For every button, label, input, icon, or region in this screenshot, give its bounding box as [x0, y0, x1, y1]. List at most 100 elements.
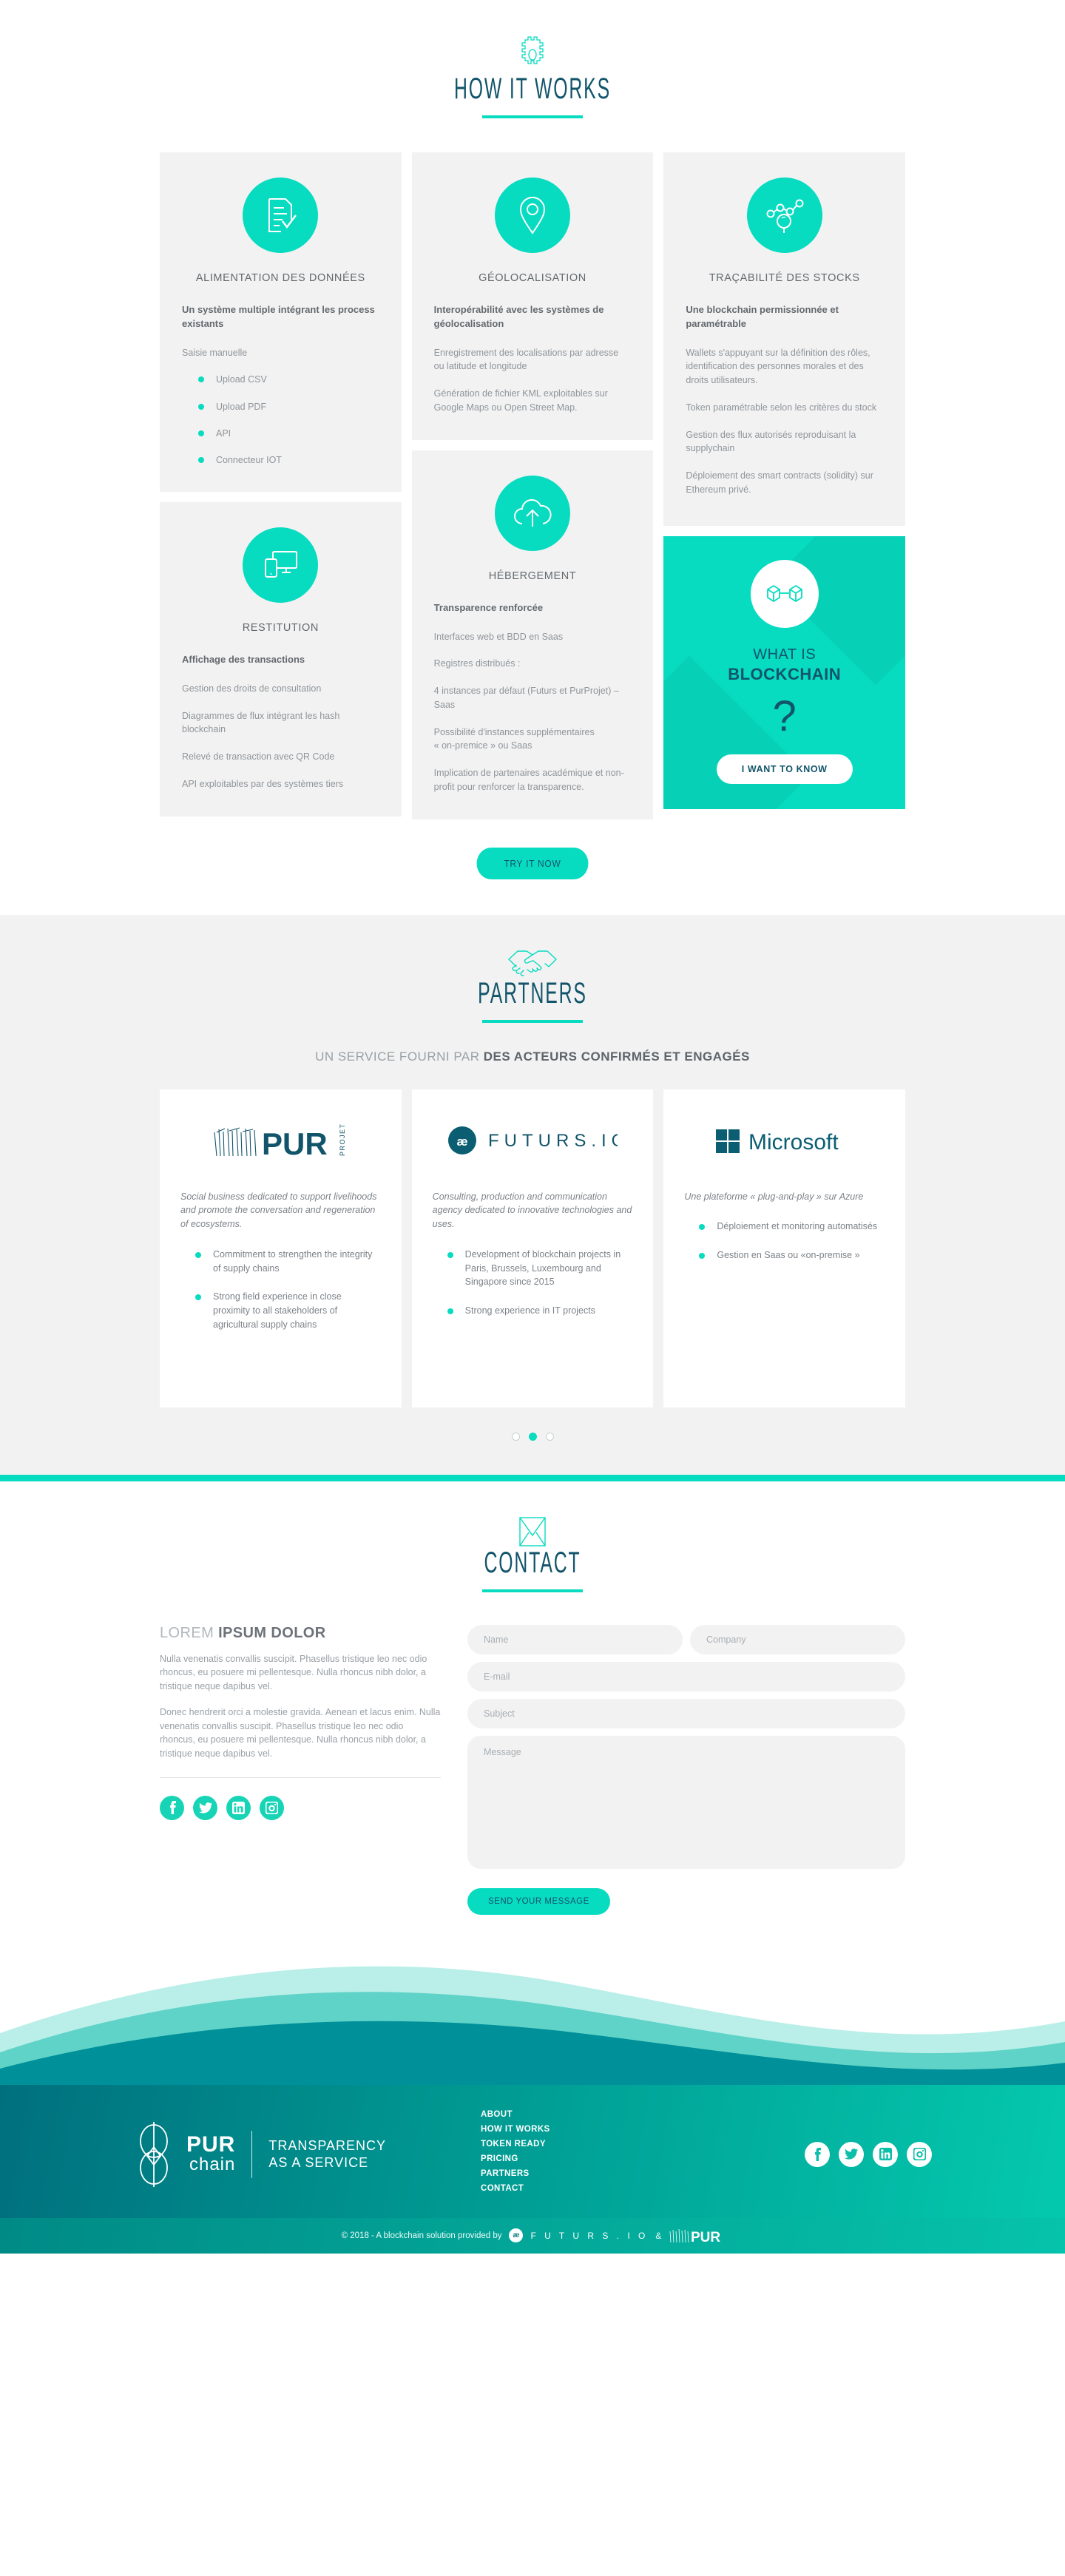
- subtitle-bold: DES ACTEURS CONFIRMÉS ET ENGAGÉS: [483, 1049, 750, 1064]
- credit-ampersand: &: [655, 2230, 662, 2241]
- copyright-text: © 2018 - A blockchain solution provided …: [341, 2231, 502, 2240]
- tagline-line-2: AS A SERVICE: [268, 2154, 369, 2170]
- card-paragraph: Possibilité d'instances supplémentaires …: [433, 726, 595, 751]
- promo-line-1: WHAT IS: [753, 646, 816, 663]
- credit-futurs: F U T U R S . I O: [530, 2230, 649, 2241]
- wave-decoration: [0, 1966, 1065, 2085]
- partners-subtitle: UN SERVICE FOURNI PAR DES ACTEURS CONFIR…: [0, 1049, 1065, 1064]
- footer-nav-token-ready[interactable]: TOKEN READY: [481, 2140, 651, 2149]
- pur-projet-mark-icon: PUR: [670, 2228, 721, 2244]
- svg-text:Microsoft: Microsoft: [748, 1130, 839, 1155]
- send-your-message-button[interactable]: SEND YOUR MESSAGE: [467, 1887, 610, 1915]
- card-title: HÉBERGEMENT: [488, 569, 577, 582]
- svg-text:PUR: PUR: [262, 1126, 328, 1159]
- contact-section: CONTACT LOREM IPSUM DOLOR Nulla venenati…: [0, 1481, 1065, 1944]
- form-row-message: [467, 1735, 905, 1869]
- partner-card-futurs-io: æ FUTURS.IO Consulting, production and c…: [411, 1089, 654, 1407]
- list-item: Upload PDF: [182, 400, 379, 413]
- partner-bullet-list: Commitment to strengthen the integrity o…: [180, 1248, 381, 1332]
- card-paragraph: Génération de fichier KML exploitables s…: [433, 388, 608, 413]
- list-item: Development of blockchain projects in Pa…: [433, 1248, 633, 1289]
- card-paragraph: Token paramétrable selon les critères du…: [686, 402, 877, 413]
- card-paragraph: Gestion des droits de consultation: [182, 683, 322, 694]
- linkedin-icon[interactable]: [873, 2141, 898, 2167]
- footer-nav-how-it-works[interactable]: HOW IT WORKS: [481, 2125, 651, 2134]
- card-alimentation-des-donnees: ALIMENTATION DES DONNÉES Un système mult…: [160, 152, 402, 492]
- partner-description: Social business dedicated to support liv…: [180, 1191, 377, 1230]
- card-hebergement: HÉBERGEMENT Transparence renforcée Inter…: [411, 450, 654, 819]
- list-item: API: [182, 427, 379, 440]
- footer-divider: [251, 2130, 253, 2178]
- card-tracabilite-des-stocks: TRAÇABILITÉ DES STOCKS Une blockchain pe…: [663, 152, 906, 526]
- partners-section: PARTNERS UN SERVICE FOURNI PAR DES ACTEU…: [0, 914, 1065, 1475]
- partner-description: Consulting, production and communication…: [432, 1191, 632, 1230]
- title-underline: [482, 1019, 583, 1023]
- footer-inner: PUR chain TRANSPARENCY AS A SERVICE ABOU…: [133, 2110, 932, 2199]
- footer-brand-chain: chain: [189, 2154, 236, 2174]
- devices-icon: [243, 527, 319, 603]
- card-paragraph: Déploiement des smart contracts (solidit…: [686, 470, 873, 495]
- facebook-icon[interactable]: [160, 1795, 184, 1820]
- company-input[interactable]: [690, 1624, 905, 1654]
- svg-text:PROJET: PROJET: [339, 1123, 346, 1156]
- footer-nav-about[interactable]: ABOUT: [481, 2110, 651, 2119]
- email-input[interactable]: [467, 1661, 905, 1691]
- subject-input[interactable]: [467, 1698, 905, 1728]
- map-pin-icon: [495, 178, 570, 253]
- linkedin-icon[interactable]: [226, 1795, 251, 1820]
- handshake-icon: [508, 950, 557, 976]
- instagram-icon[interactable]: [260, 1795, 284, 1820]
- footer-nav-partners[interactable]: PARTNERS: [481, 2169, 651, 2178]
- card-geolocalisation: GÉOLOCALISATION Interopérabilité avec le…: [411, 152, 654, 440]
- card-title: ALIMENTATION DES DONNÉES: [195, 272, 365, 284]
- card-restitution: RESTITUTION Affichage des transactions G…: [160, 501, 402, 817]
- teal-divider: [0, 1474, 1065, 1481]
- how-column-2: GÉOLOCALISATION Interopérabilité avec le…: [411, 152, 654, 819]
- document-check-icon: [243, 178, 319, 253]
- card-title: RESTITUTION: [242, 621, 319, 634]
- heading-light: LOREM: [160, 1624, 214, 1641]
- message-textarea[interactable]: [467, 1735, 905, 1869]
- how-column-3: TRAÇABILITÉ DES STOCKS Une blockchain pe…: [663, 152, 906, 809]
- carousel-dot-2[interactable]: [528, 1432, 537, 1441]
- partner-description: Une plateforme « plug-and-play » sur Azu…: [684, 1191, 864, 1202]
- carousel-dots: [0, 1432, 1065, 1441]
- partners-header: PARTNERS: [0, 946, 1065, 1023]
- list-item: Strong experience in IT projects: [433, 1304, 633, 1318]
- carousel-dot-1[interactable]: [511, 1432, 520, 1441]
- i-want-to-know-button[interactable]: I WANT TO KNOW: [716, 754, 853, 784]
- title-underline: [482, 115, 583, 118]
- facebook-icon[interactable]: [805, 2141, 830, 2167]
- name-input[interactable]: [467, 1624, 683, 1654]
- footer-tagline: TRANSPARENCY AS A SERVICE: [268, 2137, 386, 2171]
- carousel-dot-3[interactable]: [545, 1432, 554, 1441]
- partner-bullet-list: Déploiement et monitoring automatisés Ge…: [684, 1220, 885, 1262]
- partner-card-pur-projet: PUR PROJET Social business dedicated to …: [160, 1089, 402, 1407]
- list-item: Gestion en Saas ou «on-premise »: [684, 1248, 885, 1262]
- card-paragraph: API exploitables par des systèmes tiers: [182, 778, 344, 789]
- futurs-io-logo: æ FUTURS.IO: [433, 1115, 633, 1166]
- try-it-now-button[interactable]: TRY IT NOW: [476, 847, 589, 879]
- instagram-icon[interactable]: [907, 2141, 932, 2167]
- contact-heading: LOREM IPSUM DOLOR: [160, 1625, 441, 1642]
- twitter-icon[interactable]: [193, 1795, 217, 1820]
- footer-logo: PUR chain TRANSPARENCY AS A SERVICE: [133, 2120, 481, 2188]
- svg-text:FUTURS.IO: FUTURS.IO: [488, 1131, 618, 1151]
- pur-projet-logo: PUR PROJET: [180, 1115, 381, 1166]
- footer-nav-contact[interactable]: CONTACT: [481, 2184, 651, 2193]
- how-it-works-header: HOW IT WORKS: [0, 36, 1065, 118]
- site-footer: PUR chain TRANSPARENCY AS A SERVICE ABOU…: [0, 2084, 1065, 2218]
- list-item: Déploiement et monitoring automatisés: [684, 1220, 885, 1234]
- footer-nav-pricing[interactable]: PRICING: [481, 2154, 651, 2163]
- section-title: HOW IT WORKS: [453, 72, 611, 105]
- what-is-blockchain-promo[interactable]: WHAT IS BLOCKCHAIN ? I WANT TO KNOW: [663, 536, 906, 809]
- section-title: CONTACT: [484, 1546, 581, 1579]
- how-it-works-grid: ALIMENTATION DES DONNÉES Un système mult…: [160, 152, 906, 819]
- footer-social-links: [805, 2141, 932, 2167]
- section-title: PARTNERS: [478, 976, 587, 1010]
- footer-brand-pur: PUR: [186, 2132, 236, 2157]
- list-item: Strong field experience in close proximi…: [180, 1290, 381, 1331]
- form-row-email: [467, 1661, 905, 1691]
- footer-brand-text: PUR chain: [186, 2134, 235, 2174]
- twitter-icon[interactable]: [839, 2141, 864, 2167]
